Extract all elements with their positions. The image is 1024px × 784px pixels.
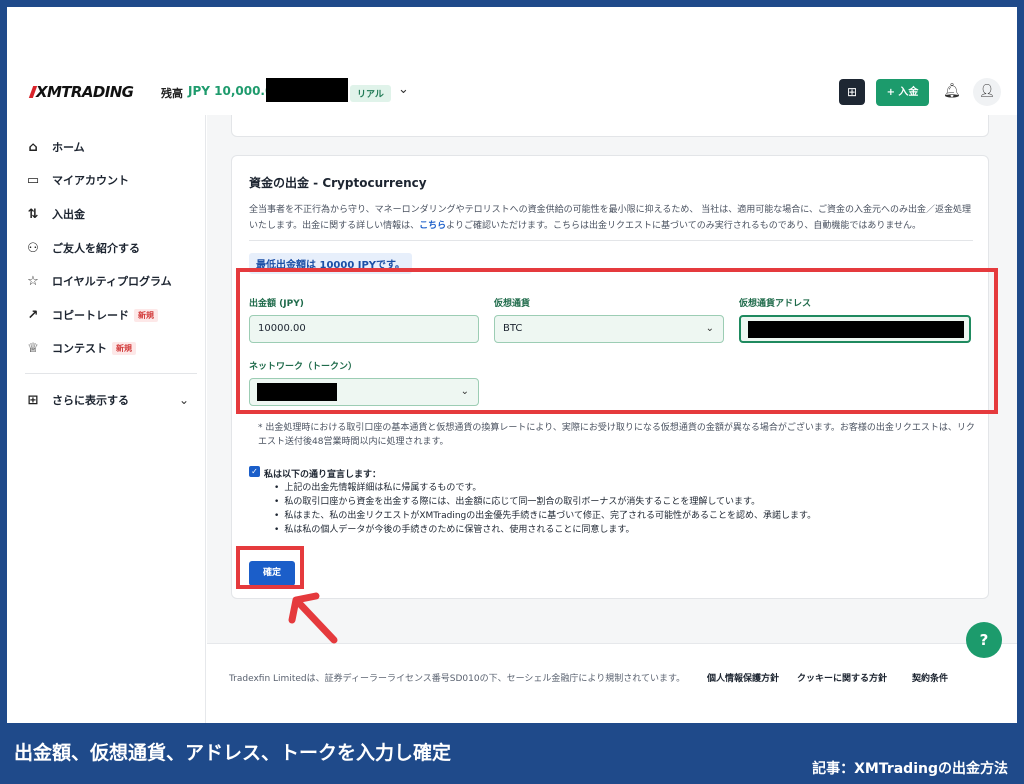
sidebar-item-label: ホーム xyxy=(52,141,85,154)
sidebar-item-loyalty[interactable]: ☆ ロイヤルティプログラム xyxy=(25,271,172,291)
previous-card xyxy=(231,115,989,137)
new-badge: 新規 xyxy=(134,308,158,322)
description-text: よりご確認いただけます。こちらは出金リクエストに基づいてのみ実行されるものであり… xyxy=(446,221,922,231)
qr-code-button[interactable]: ⊞ xyxy=(839,79,865,105)
sidebar-item-label: コンテスト xyxy=(52,342,107,355)
top-header: XMTRADING 残高 JPY 10,000.00 リアル ⌄ ⊞ + 入金 … xyxy=(7,69,1017,115)
sidebar-item-refer-friend[interactable]: ⚇ ご友人を紹介する xyxy=(25,238,140,258)
sidebar-item-label: さらに表示する xyxy=(52,394,129,407)
user-icon[interactable]: 👤︎ xyxy=(973,78,1001,106)
red-arrow-annotation xyxy=(288,592,338,644)
footer-regulation-text: Tradexfin Limitedは、証券ディーラーライセンス番号SD010の下… xyxy=(229,674,686,684)
list-item: 私は私の個人データが今後の手続きのために保管され、使用されることに同意します。 xyxy=(274,523,816,537)
sidebar-item-my-account[interactable]: ▭ マイアカウント xyxy=(25,170,129,190)
footer-link-cookies[interactable]: クッキーに関する方針 xyxy=(797,671,887,684)
trend-icon: ↗ xyxy=(27,307,39,323)
sidebar-item-label: ロイヤルティプログラム xyxy=(52,275,172,288)
button-highlight-box xyxy=(236,546,304,589)
declaration-label: 私は以下の通り宣言します： xyxy=(264,470,382,480)
redacted-account-number xyxy=(266,78,348,102)
exchange-rate-note: * 出金処理時における取引口座の基本通貨と仮想通貨の換算レートにより、実際にお受… xyxy=(258,423,975,447)
account-type-badge: リアル xyxy=(350,85,391,102)
deposit-button[interactable]: + 入金 xyxy=(876,79,929,106)
trophy-icon: ♕ xyxy=(27,340,39,356)
sidebar-item-contest[interactable]: ♕ コンテスト 新規 xyxy=(25,338,136,358)
home-icon: ⌂ xyxy=(28,139,38,155)
caption-text: 出金額、仮想通貨、アドレス、トークを入力し確定 xyxy=(14,742,452,764)
friends-icon: ⚇ xyxy=(27,240,39,256)
declaration-list: 上記の出金先情報詳細は私に帰属するものです。 私の取引口座から資金を出金する際に… xyxy=(274,481,816,537)
chevron-down-icon[interactable]: ⌄ xyxy=(398,82,409,97)
help-button[interactable]: ? xyxy=(966,622,1002,658)
footer-link-terms[interactable]: 契約条件 xyxy=(912,671,948,684)
bell-icon[interactable]: 🔔︎ xyxy=(943,83,961,99)
list-item: 私はまた、私の出金リクエストがXMTradingの出金優先手続きに基づいて修正、… xyxy=(274,509,816,523)
footer: Tradexfin Limitedは、証券ディーラーライセンス番号SD010の下… xyxy=(207,643,1017,723)
sidebar-divider xyxy=(25,373,197,374)
star-icon: ☆ xyxy=(27,273,39,289)
sidebar-item-label: マイアカウント xyxy=(52,174,129,187)
new-badge: 新規 xyxy=(112,341,136,355)
withdrawal-description: 全当事者を不正行為から守り、マネーロンダリングやテロリストへの資金供給の可能性を… xyxy=(249,202,973,234)
sidebar-item-label: 入出金 xyxy=(52,208,85,221)
footer-link-privacy[interactable]: 個人情報保護方針 xyxy=(707,671,779,684)
transfer-icon: ⇅ xyxy=(27,206,39,222)
info-link[interactable]: こちら xyxy=(419,221,446,231)
sidebar-item-home[interactable]: ⌂ ホーム xyxy=(25,137,85,157)
list-item: 私の取引口座から資金を出金する際には、出金額に応じて同一割合の取引ボーナスが消失… xyxy=(274,495,816,509)
balance-label: 残高 xyxy=(161,87,183,100)
declaration-checkbox[interactable]: ✓ xyxy=(249,466,260,477)
article-credit: 記事：XMTradingの出金方法 xyxy=(812,761,1008,777)
screenshot-frame: XMTRADING 残高 JPY 10,000.00 リアル ⌄ ⊞ + 入金 … xyxy=(7,7,1017,723)
sidebar-item-deposit-withdraw[interactable]: ⇅ 入出金 xyxy=(25,204,85,224)
page-title: 資金の出金 - Cryptocurrency xyxy=(249,176,427,190)
sidebar-item-label: ご友人を紹介する xyxy=(52,242,140,255)
chevron-down-icon[interactable]: ⌄ xyxy=(179,393,189,407)
card-icon: ▭ xyxy=(26,172,40,188)
grid-icon: ⊞ xyxy=(27,392,39,408)
sidebar: ⌂ ホーム ▭ マイアカウント ⇅ 入出金 ⚇ ご友人を紹介する ☆ ロイヤルテ… xyxy=(7,115,206,723)
list-item: 上記の出金先情報詳細は私に帰属するものです。 xyxy=(274,481,816,495)
sidebar-item-show-more[interactable]: ⊞ さらに表示する xyxy=(25,390,129,410)
xmtrading-logo[interactable]: XMTRADING xyxy=(28,83,134,101)
sidebar-item-copy-trade[interactable]: ↗ コピートレード 新規 xyxy=(25,305,158,325)
sidebar-item-label: コピートレード xyxy=(52,309,129,322)
divider xyxy=(249,240,973,241)
form-highlight-box xyxy=(236,268,998,414)
